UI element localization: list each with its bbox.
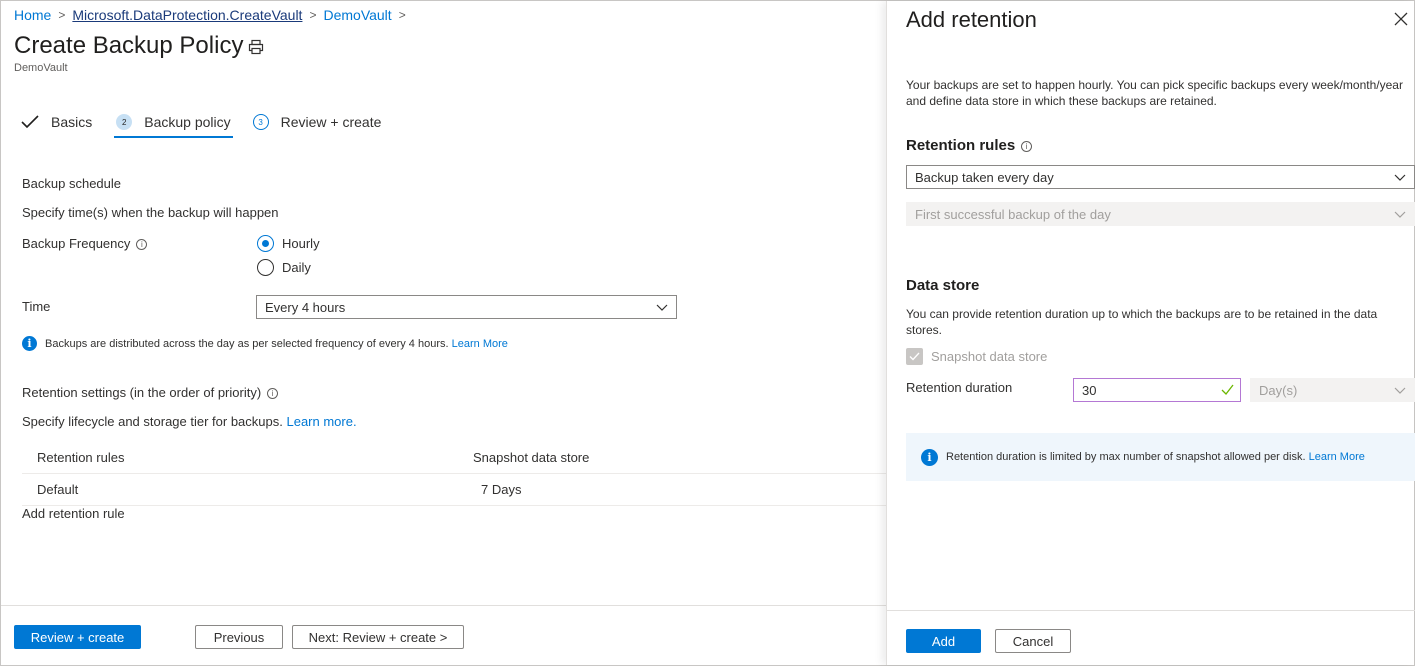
panel-description: Your backups are set to happen hourly. Y… [906,78,1403,108]
label-text: Backup Frequency [22,236,131,251]
duration-unit-dropdown: Day(s) [1250,378,1415,402]
retention-settings-heading: Retention settings (in the order of prio… [22,385,279,400]
checkmark-icon [909,352,920,361]
review-create-button[interactable]: Review + create [14,625,141,649]
learn-more-link[interactable]: Learn more. [286,414,356,429]
time-dropdown[interactable]: Every 4 hours [256,295,677,319]
time-label: Time [22,299,51,314]
checkbox-box [906,348,923,365]
tab-backup-policy[interactable]: 2 Backup policy [114,109,234,138]
cancel-button[interactable]: Cancel [995,629,1071,653]
add-button[interactable]: Add [906,629,981,653]
footer-divider [887,610,1415,611]
info-icon: i [22,336,37,351]
breadcrumb-home[interactable]: Home [14,7,51,23]
data-store-description: You can provide retention duration up to… [906,307,1378,337]
radio-label: Hourly [282,235,320,251]
page-subtitle: DemoVault [14,62,68,74]
info-icon[interactable]: i [267,388,279,400]
selected-value: First successful backup of the day [915,206,1111,222]
chevron-down-icon [1394,387,1406,394]
snapshot-data-store-checkbox: Snapshot data store [906,348,1047,365]
checkmark-icon [21,115,39,129]
backup-schedule-heading: Backup schedule [22,176,122,191]
retention-table: Retention rules Snapshot data store Defa… [22,442,886,506]
breadcrumb: Home > Microsoft.DataProtection.CreateVa… [14,7,413,23]
chevron-right-icon: > [309,8,317,22]
info-text: Backups are distributed across the day a… [45,337,449,350]
panel-title: Add retention [906,7,1037,32]
breadcrumb-demovault[interactable]: DemoVault [323,7,391,23]
selected-value: Day(s) [1259,382,1298,398]
footer-divider [1,605,886,606]
info-icon: i [921,448,938,466]
info-icon[interactable]: i [136,239,148,251]
print-icon[interactable] [248,39,264,55]
info-text: Retention duration is limited by max num… [946,451,1306,463]
add-retention-panel: Add retention Your backups are set to ha… [886,1,1415,665]
retention-info-bar: i Retention duration is limited by max n… [906,433,1415,481]
backup-frequency-radio-group: Hourly Daily [257,231,320,279]
previous-button[interactable]: Previous [195,625,283,649]
radio-circle [257,258,274,276]
chevron-right-icon: > [398,8,406,22]
backup-frequency-label: Backup Frequency i [22,236,148,251]
tab-basics[interactable]: Basics [21,109,92,135]
tab-label: Basics [51,114,93,130]
info-icon[interactable]: i [1021,140,1033,152]
retention-duration-label: Retention duration [906,380,1013,395]
radio-daily[interactable]: Daily [257,255,320,279]
step-number: 3 [252,114,269,130]
heading-text: Retention settings (in the order of prio… [22,385,262,400]
wizard-tabs: Basics 2 Backup policy 3 Review + create [21,109,382,138]
chevron-down-icon [1394,211,1406,218]
tab-label: Review + create [280,114,382,130]
column-header-rules: Retention rules [37,450,125,465]
snapshot-cell: 7 Days [481,482,522,497]
learn-more-link[interactable]: Learn More [1309,451,1365,463]
checkbox-label: Snapshot data store [931,349,1048,364]
step-number: 2 [116,114,133,130]
data-store-heading: Data store [906,277,980,294]
backup-selection-dropdown: First successful backup of the day [906,202,1415,226]
breadcrumb-create-vault[interactable]: Microsoft.DataProtection.CreateVault [72,7,302,23]
schedule-info: i Backups are distributed across the day… [22,336,508,351]
chevron-down-icon [1394,174,1406,181]
schedule-subheading: Specify time(s) when the backup will hap… [22,205,279,220]
selected-value: Backup taken every day [915,169,1054,185]
heading-text: Retention rules [906,137,1016,154]
radio-circle [257,234,274,252]
description-text: Specify lifecycle and storage tier for b… [22,414,283,429]
add-retention-rule-link[interactable]: Add retention rule [22,506,125,521]
table-row[interactable]: Default 7 Days [22,474,886,506]
page-title: Create Backup Policy [14,32,244,59]
column-header-snapshot: Snapshot data store [473,450,590,465]
learn-more-link[interactable]: Learn More [452,338,508,350]
radio-hourly[interactable]: Hourly [257,231,320,255]
input-value: 30 [1082,382,1097,398]
retention-rules-heading: Retention rules i [906,137,1033,154]
tab-label: Backup policy [144,114,231,130]
table-header: Retention rules Snapshot data store [22,442,886,474]
tab-review-create[interactable]: 3 Review + create [252,109,382,135]
radio-label: Daily [282,259,311,275]
chevron-down-icon [656,304,668,311]
valid-check-icon [1221,384,1234,395]
rule-cell: Default [37,482,79,497]
time-value: Every 4 hours [265,299,346,315]
next-button[interactable]: Next: Review + create > [292,625,464,649]
retention-duration-input[interactable]: 30 [1073,378,1241,402]
retention-rule-dropdown[interactable]: Backup taken every day [906,165,1415,189]
chevron-right-icon: > [58,8,66,22]
close-icon[interactable] [1394,12,1408,26]
retention-description: Specify lifecycle and storage tier for b… [22,414,357,429]
create-backup-policy-blade: Home > Microsoft.DataProtection.CreateVa… [1,1,886,665]
